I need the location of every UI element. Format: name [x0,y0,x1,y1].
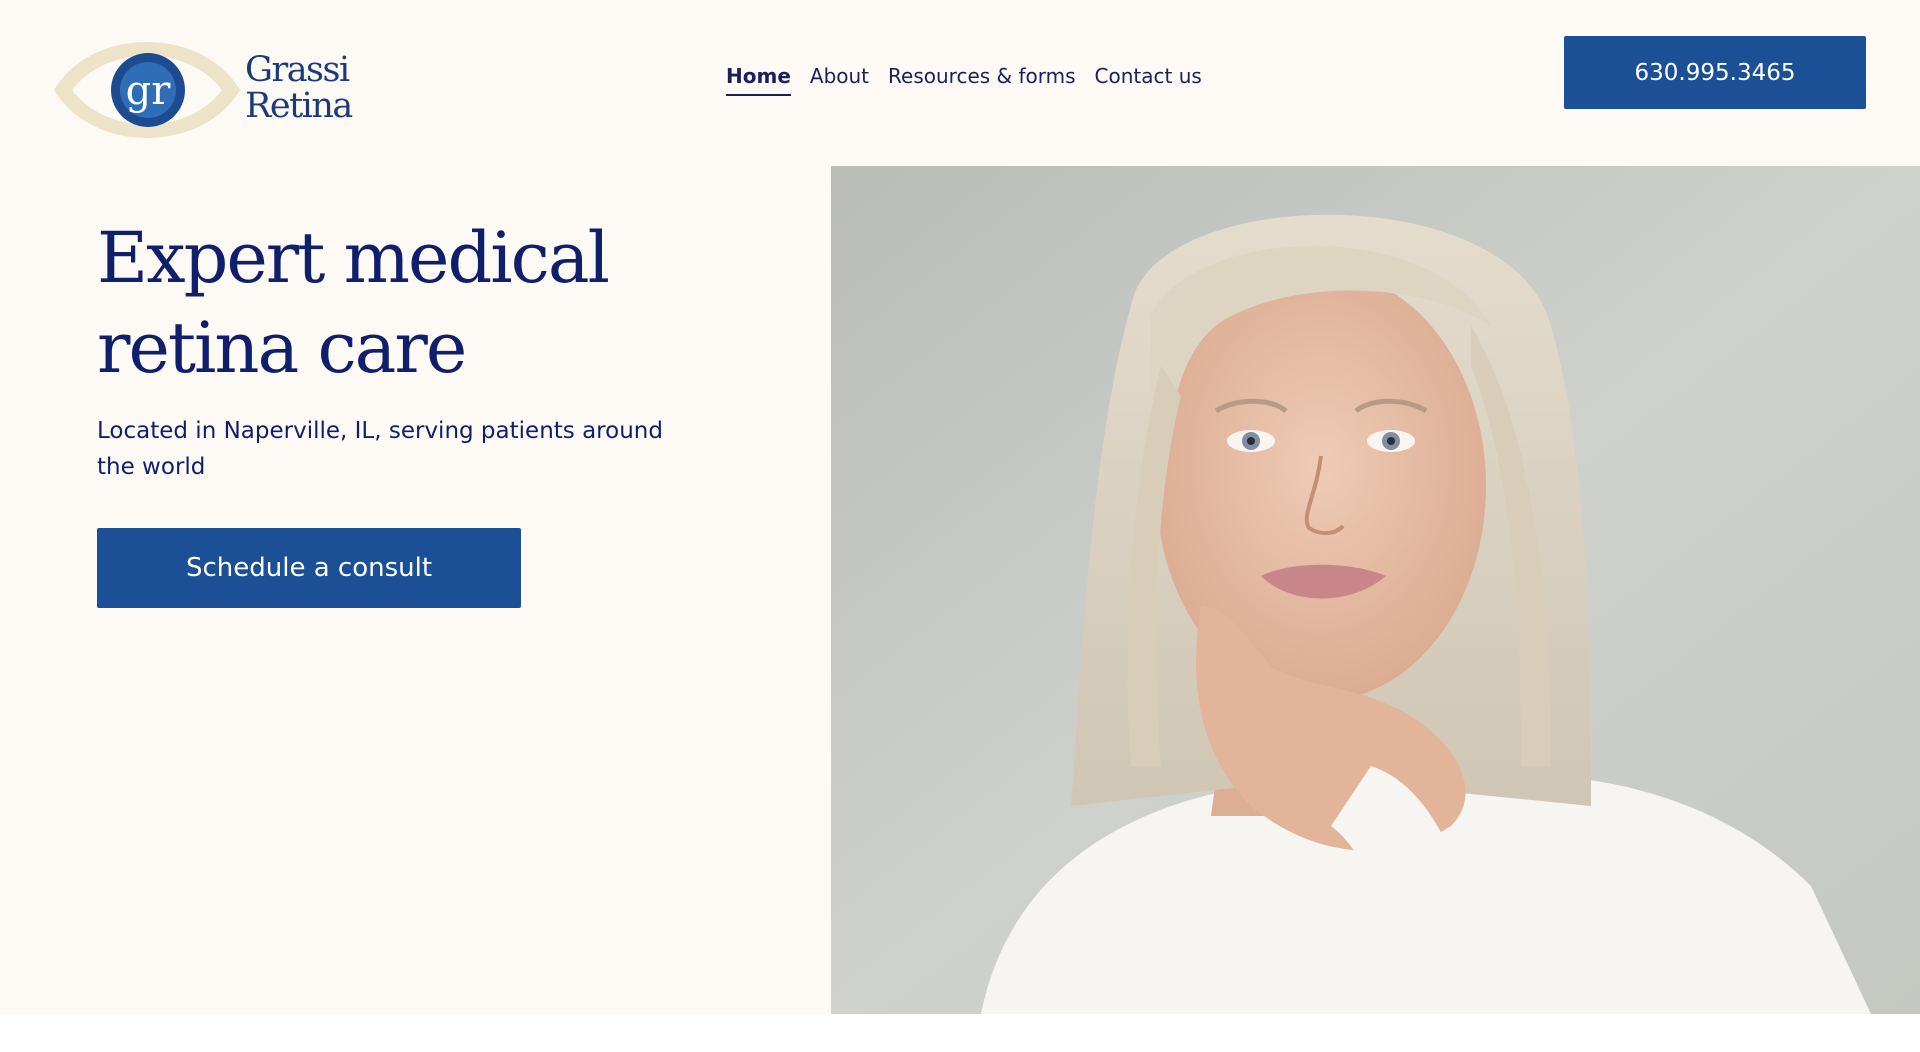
main-nav: Home About Resources & forms Contact us [726,64,1202,96]
logo-wordmark: Grassi Retina [245,50,353,126]
nav-item-contact-us[interactable]: Contact us [1095,64,1202,96]
portrait-image [831,166,1920,1014]
page-bottom-strip [0,1014,1920,1052]
portrait-photo [831,166,1920,1014]
logo-line-1: Grassi [245,50,350,90]
nav-item-resources-forms[interactable]: Resources & forms [888,64,1076,96]
schedule-consult-button[interactable]: Schedule a consult [97,528,521,608]
nav-item-home[interactable]: Home [726,64,791,96]
logo-line-2: Retina [245,86,353,126]
nav-item-about[interactable]: About [810,64,869,96]
grassi-retina-logo[interactable]: gr Grassi Retina [52,32,372,148]
site-header: gr Grassi Retina Home About Resources & … [0,0,1920,166]
hero-title: Expert medical retina care [97,217,610,389]
phone-button[interactable]: 630.995.3465 [1564,36,1866,109]
svg-text:gr: gr [126,68,172,114]
eye-logo-icon: gr [54,42,240,138]
hero-subtitle: Located in Naperville, IL, serving patie… [97,418,663,480]
